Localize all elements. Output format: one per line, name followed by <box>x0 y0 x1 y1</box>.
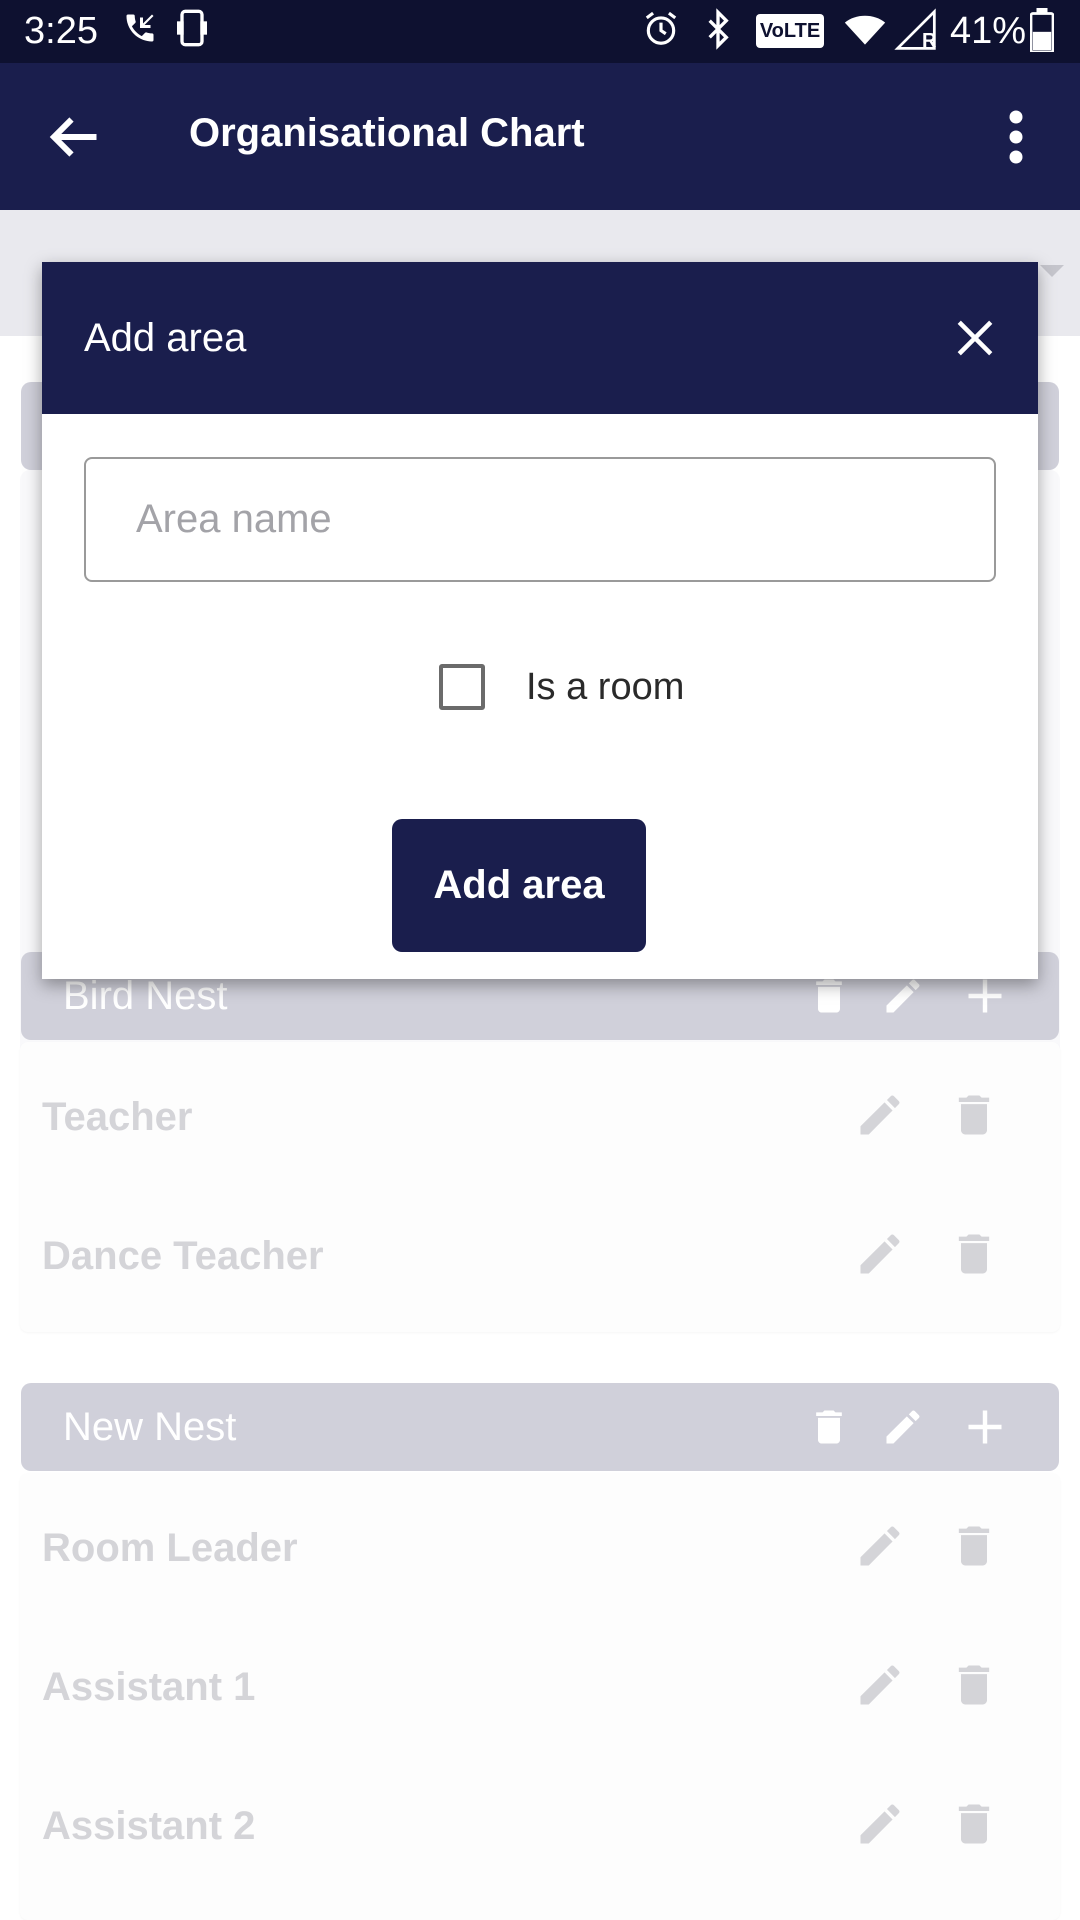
bluetooth-icon <box>708 8 729 50</box>
dialog-header: Add area <box>42 262 1038 414</box>
trash-icon[interactable] <box>948 1798 1000 1850</box>
battery-icon <box>1030 8 1054 52</box>
pencil-icon[interactable] <box>854 1228 906 1280</box>
pencil-icon[interactable] <box>854 1659 906 1711</box>
chevron-down-icon <box>1040 265 1064 277</box>
trash-icon[interactable] <box>807 974 851 1018</box>
pencil-icon[interactable] <box>854 1089 906 1141</box>
area-header-new-nest[interactable]: New Nest <box>21 1383 1059 1471</box>
pencil-icon[interactable] <box>854 1520 906 1572</box>
close-icon[interactable] <box>954 317 996 359</box>
add-area-button[interactable]: Add area <box>392 819 646 952</box>
trash-icon[interactable] <box>807 1405 851 1449</box>
alarm-icon <box>645 11 677 45</box>
trash-icon[interactable] <box>948 1659 1000 1711</box>
dialog-title: Add area <box>84 316 247 360</box>
add-area-dialog: Add area Is a room Add area <box>42 262 1038 979</box>
pencil-icon[interactable] <box>854 1798 906 1850</box>
more-vertical-icon[interactable] <box>996 107 1036 167</box>
role-name: Dance Teacher <box>42 1234 324 1278</box>
area-name: New Nest <box>63 1405 237 1449</box>
missed-call-icon <box>126 14 154 42</box>
battery-percent: 41% <box>950 10 1027 52</box>
role-list: Teacher Dance Teacher <box>20 1042 1060 1332</box>
list-item: Room Leader <box>20 1478 1060 1617</box>
page-title: Organisational Chart <box>189 111 585 155</box>
is-room-label[interactable]: Is a room <box>526 666 684 709</box>
area-name-input[interactable] <box>84 457 996 582</box>
plus-icon[interactable] <box>963 974 1007 1018</box>
role-list: Room Leader Assistant 1 Assistant 2 <box>20 1473 1060 1920</box>
pencil-icon[interactable] <box>881 1405 925 1449</box>
plus-icon[interactable] <box>963 1405 1007 1449</box>
role-name: Room Leader <box>42 1526 298 1570</box>
volte-icon: VoLTE <box>756 14 824 48</box>
list-item: Teacher <box>20 1047 1060 1186</box>
trash-icon[interactable] <box>948 1520 1000 1572</box>
area-name: Bird Nest <box>63 974 228 1018</box>
trash-icon[interactable] <box>948 1089 1000 1141</box>
list-item: Dance Teacher <box>20 1186 1060 1325</box>
pencil-icon[interactable] <box>881 974 925 1018</box>
list-item: Assistant 1 <box>20 1617 1060 1756</box>
wifi-icon <box>844 15 886 45</box>
trash-icon[interactable] <box>948 1228 1000 1280</box>
device-icon <box>177 9 207 47</box>
is-room-checkbox[interactable] <box>439 664 485 710</box>
list-item: Assistant 2 <box>20 1756 1060 1895</box>
roaming-indicator: R <box>922 30 937 52</box>
role-name: Assistant 2 <box>42 1804 256 1848</box>
role-name: Teacher <box>42 1095 193 1139</box>
status-time: 3:25 <box>24 10 98 52</box>
arrow-left-icon[interactable] <box>44 107 104 167</box>
app-bar: Organisational Chart <box>0 63 1080 210</box>
status-bar: 3:25 VoLTE R 41% <box>0 0 1080 63</box>
role-name: Assistant 1 <box>42 1665 256 1709</box>
